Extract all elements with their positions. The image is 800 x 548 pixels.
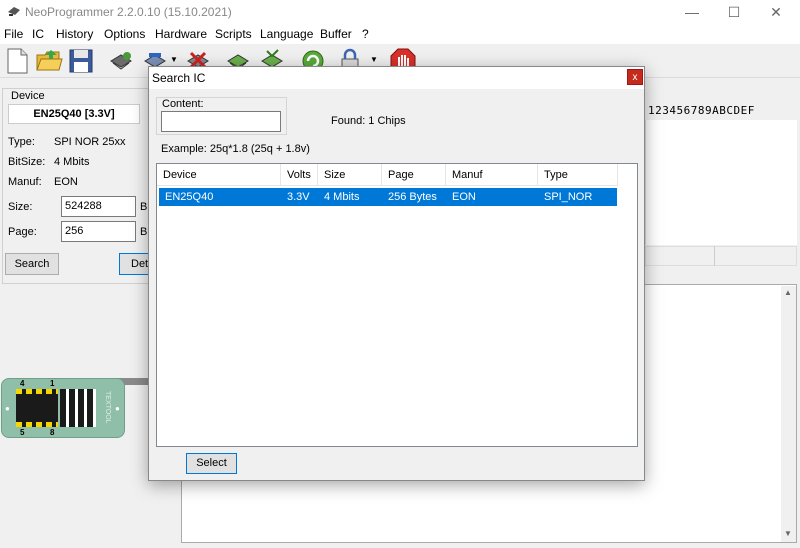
pin1-label: 1 xyxy=(50,379,55,388)
column-header-size[interactable]: Size xyxy=(318,164,382,186)
menu-buffer[interactable]: Buffer xyxy=(320,27,352,41)
window-title: NeoProgrammer 2.2.0.10 (15.10.2021) xyxy=(25,5,232,19)
example-hint: Example: 25q*1.8 (25q + 1.8v) xyxy=(161,143,310,155)
column-header-page[interactable]: Page xyxy=(382,164,446,186)
screw-right-icon: ● xyxy=(115,404,120,413)
dialog-close-button[interactable]: x xyxy=(627,69,643,85)
menu-options[interactable]: Options xyxy=(104,27,145,41)
menu-history[interactable]: History xyxy=(56,27,93,41)
adapter-socket: ● ● 4 1 5 8 TEXTOOL xyxy=(1,378,125,438)
content-input[interactable] xyxy=(161,111,281,132)
type-label: Type: xyxy=(8,136,35,148)
bitsize-value: 4 Mbits xyxy=(54,156,90,168)
bitsize-label: BitSize: xyxy=(8,156,46,168)
dip-pins xyxy=(60,389,96,427)
menu-language[interactable]: Language xyxy=(260,27,313,41)
menu-file[interactable]: File xyxy=(4,27,23,41)
app-icon xyxy=(8,7,20,16)
menu-help[interactable]: ? xyxy=(362,27,369,41)
cell-page: 256 Bytes xyxy=(388,191,437,203)
cell-size: 4 Mbits xyxy=(324,191,360,203)
size-label: Size: xyxy=(8,201,33,213)
chips-table[interactable]: Device Volts Size Page Manuf Type EN25Q4… xyxy=(156,163,638,447)
menu-bar: File IC History Options Hardware Scripts… xyxy=(0,24,800,44)
content-label: Content: xyxy=(162,98,204,110)
maximize-button[interactable]: ☐ xyxy=(714,0,754,24)
cell-type: SPI_NOR xyxy=(544,191,593,203)
pin4-label: 4 xyxy=(20,379,25,388)
page-label: Page: xyxy=(8,226,37,238)
column-header-volts[interactable]: Volts xyxy=(281,164,318,186)
pin8-label: 8 xyxy=(50,428,55,437)
cell-device: EN25Q40 xyxy=(165,191,214,203)
column-header-manuf[interactable]: Manuf xyxy=(446,164,538,186)
cell-manuf: EON xyxy=(452,191,476,203)
scroll-up-icon[interactable]: ▲ xyxy=(784,288,792,297)
close-window-button[interactable]: ✕ xyxy=(756,0,796,24)
page-unit: B xyxy=(140,226,148,238)
size-field[interactable]: 524288 xyxy=(61,196,136,217)
search-button[interactable]: Search xyxy=(5,253,59,275)
hex-column-header: 123456789ABCDEF xyxy=(648,104,755,117)
title-bar: NeoProgrammer 2.2.0.10 (15.10.2021) — ☐ … xyxy=(0,0,800,24)
menu-scripts[interactable]: Scripts xyxy=(215,27,252,41)
screw-left-icon: ● xyxy=(5,404,10,413)
save-icon[interactable] xyxy=(67,47,95,75)
minimize-button[interactable]: — xyxy=(672,0,712,24)
new-file-icon[interactable] xyxy=(3,47,31,75)
column-header-type[interactable]: Type xyxy=(538,164,618,186)
log-scrollbar[interactable]: ▲ ▼ xyxy=(781,286,796,542)
search-ic-dialog: Search IC x Content: Found: 1 Chips Exam… xyxy=(148,66,645,481)
menu-ic[interactable]: IC xyxy=(32,27,44,41)
device-group-label: Device xyxy=(9,90,47,102)
manuf-label: Manuf: xyxy=(8,176,42,188)
cell-volts: 3.3V xyxy=(287,191,310,203)
page-field[interactable]: 256 xyxy=(61,221,136,242)
type-value: SPI NOR 25xx xyxy=(54,136,126,148)
detect-button[interactable]: Det xyxy=(119,253,151,275)
manuf-value: EON xyxy=(54,176,78,188)
lock-dropdown-chevron-icon[interactable]: ▼ xyxy=(370,55,378,64)
menu-hardware[interactable]: Hardware xyxy=(155,27,207,41)
hex-tab-strip xyxy=(645,246,797,266)
read-dropdown-chevron-icon[interactable]: ▼ xyxy=(170,55,178,64)
scroll-down-icon[interactable]: ▼ xyxy=(784,529,792,538)
detect-chip-icon[interactable] xyxy=(107,47,135,75)
open-folder-icon[interactable] xyxy=(35,47,63,75)
select-button[interactable]: Select xyxy=(186,453,237,474)
chip-name-display: EN25Q40 [3.3V] xyxy=(8,104,140,124)
found-count: Found: 1 Chips xyxy=(331,115,406,127)
pin5-label: 5 xyxy=(20,428,25,437)
column-header-device[interactable]: Device xyxy=(157,164,281,186)
socket-brand: TEXTOOL xyxy=(104,391,111,424)
table-row[interactable]: EN25Q40 3.3V 4 Mbits 256 Bytes EON SPI_N… xyxy=(159,188,617,206)
dialog-title: Search IC xyxy=(152,71,206,85)
hex-view[interactable] xyxy=(645,120,797,245)
dialog-title-bar: Search IC x xyxy=(149,67,644,89)
size-unit: B xyxy=(140,201,148,213)
